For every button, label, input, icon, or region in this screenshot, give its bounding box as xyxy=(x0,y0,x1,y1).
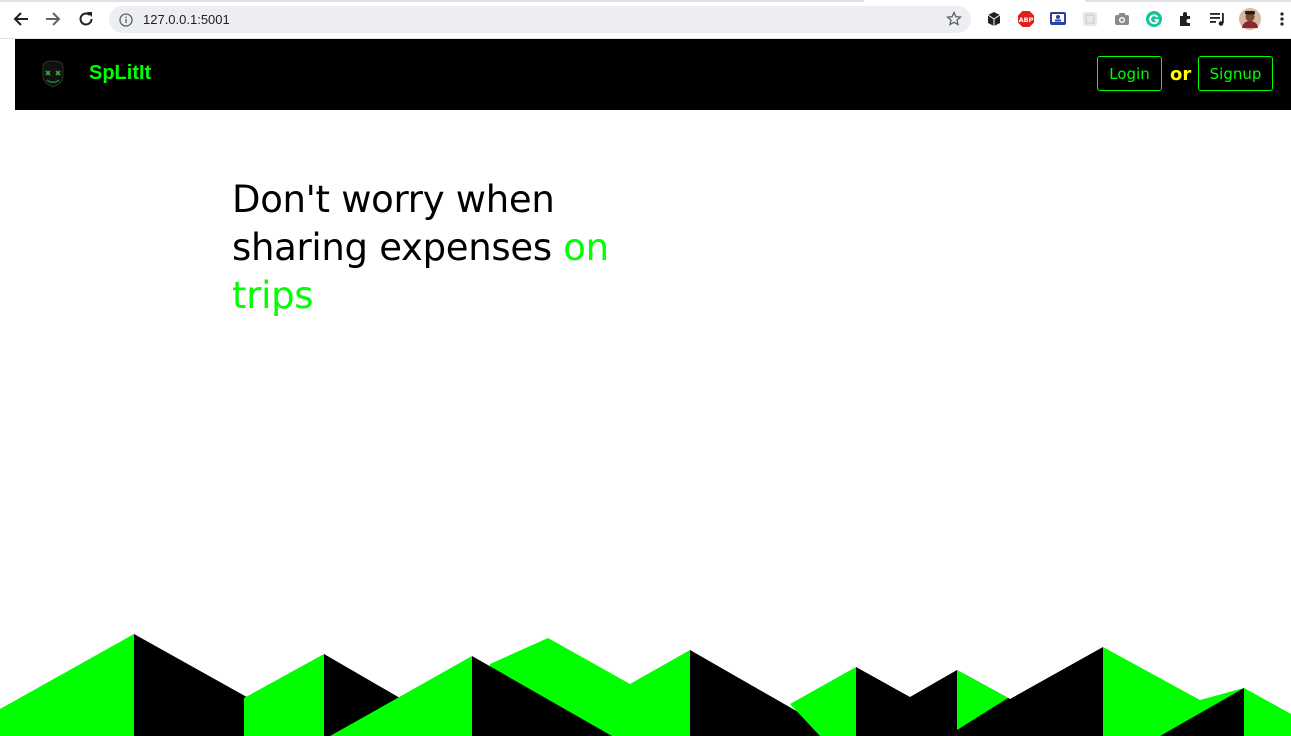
brand-name[interactable]: SpLitIt xyxy=(89,60,151,86)
site-navbar: SpLitIt Login or Signup xyxy=(15,39,1291,110)
forward-arrow-icon[interactable] xyxy=(41,7,65,31)
mountain-green-9 xyxy=(1244,688,1291,736)
camera-extension-icon[interactable] xyxy=(1113,10,1131,28)
adblock-extension-icon[interactable]: ABP xyxy=(1017,10,1035,28)
media-control-icon[interactable] xyxy=(1209,10,1227,28)
tab-strip xyxy=(0,0,864,2)
star-icon[interactable] xyxy=(945,10,963,27)
grammarly-extension-icon[interactable] xyxy=(1145,10,1163,28)
reload-icon[interactable] xyxy=(74,7,98,31)
tab-strip-right xyxy=(1085,0,1291,2)
hero-line-2: sharing expenses xyxy=(232,226,564,269)
grid-extension-icon[interactable] xyxy=(1081,10,1099,28)
mountain-green-1 xyxy=(0,634,134,736)
cube-extension-icon[interactable] xyxy=(985,10,1003,28)
address-bar[interactable]: 127.0.0.1:5001 xyxy=(109,6,971,33)
login-button[interactable]: Login xyxy=(1097,56,1162,91)
or-separator: or xyxy=(1170,64,1192,85)
url-text[interactable]: 127.0.0.1:5001 xyxy=(143,10,230,29)
hero-line-1: Don't worry when xyxy=(232,178,555,221)
menu-dots-icon[interactable] xyxy=(1273,10,1291,28)
signup-button[interactable]: Signup xyxy=(1198,56,1273,91)
hero-heading: Don't worry when sharing expenses on tri… xyxy=(232,176,652,320)
back-arrow-icon[interactable] xyxy=(9,7,33,31)
logo-skull-icon[interactable] xyxy=(39,60,67,88)
browser-toolbar: 127.0.0.1:5001 ABP xyxy=(0,0,1291,39)
profile-avatar[interactable] xyxy=(1239,8,1261,30)
info-icon[interactable] xyxy=(119,12,133,27)
puzzle-extensions-icon[interactable] xyxy=(1177,10,1195,28)
mountain-green-2 xyxy=(244,654,324,736)
screen-extension-icon[interactable] xyxy=(1049,10,1067,28)
adblock-label: ABP xyxy=(1019,16,1034,24)
mountains-decoration xyxy=(0,634,1291,736)
